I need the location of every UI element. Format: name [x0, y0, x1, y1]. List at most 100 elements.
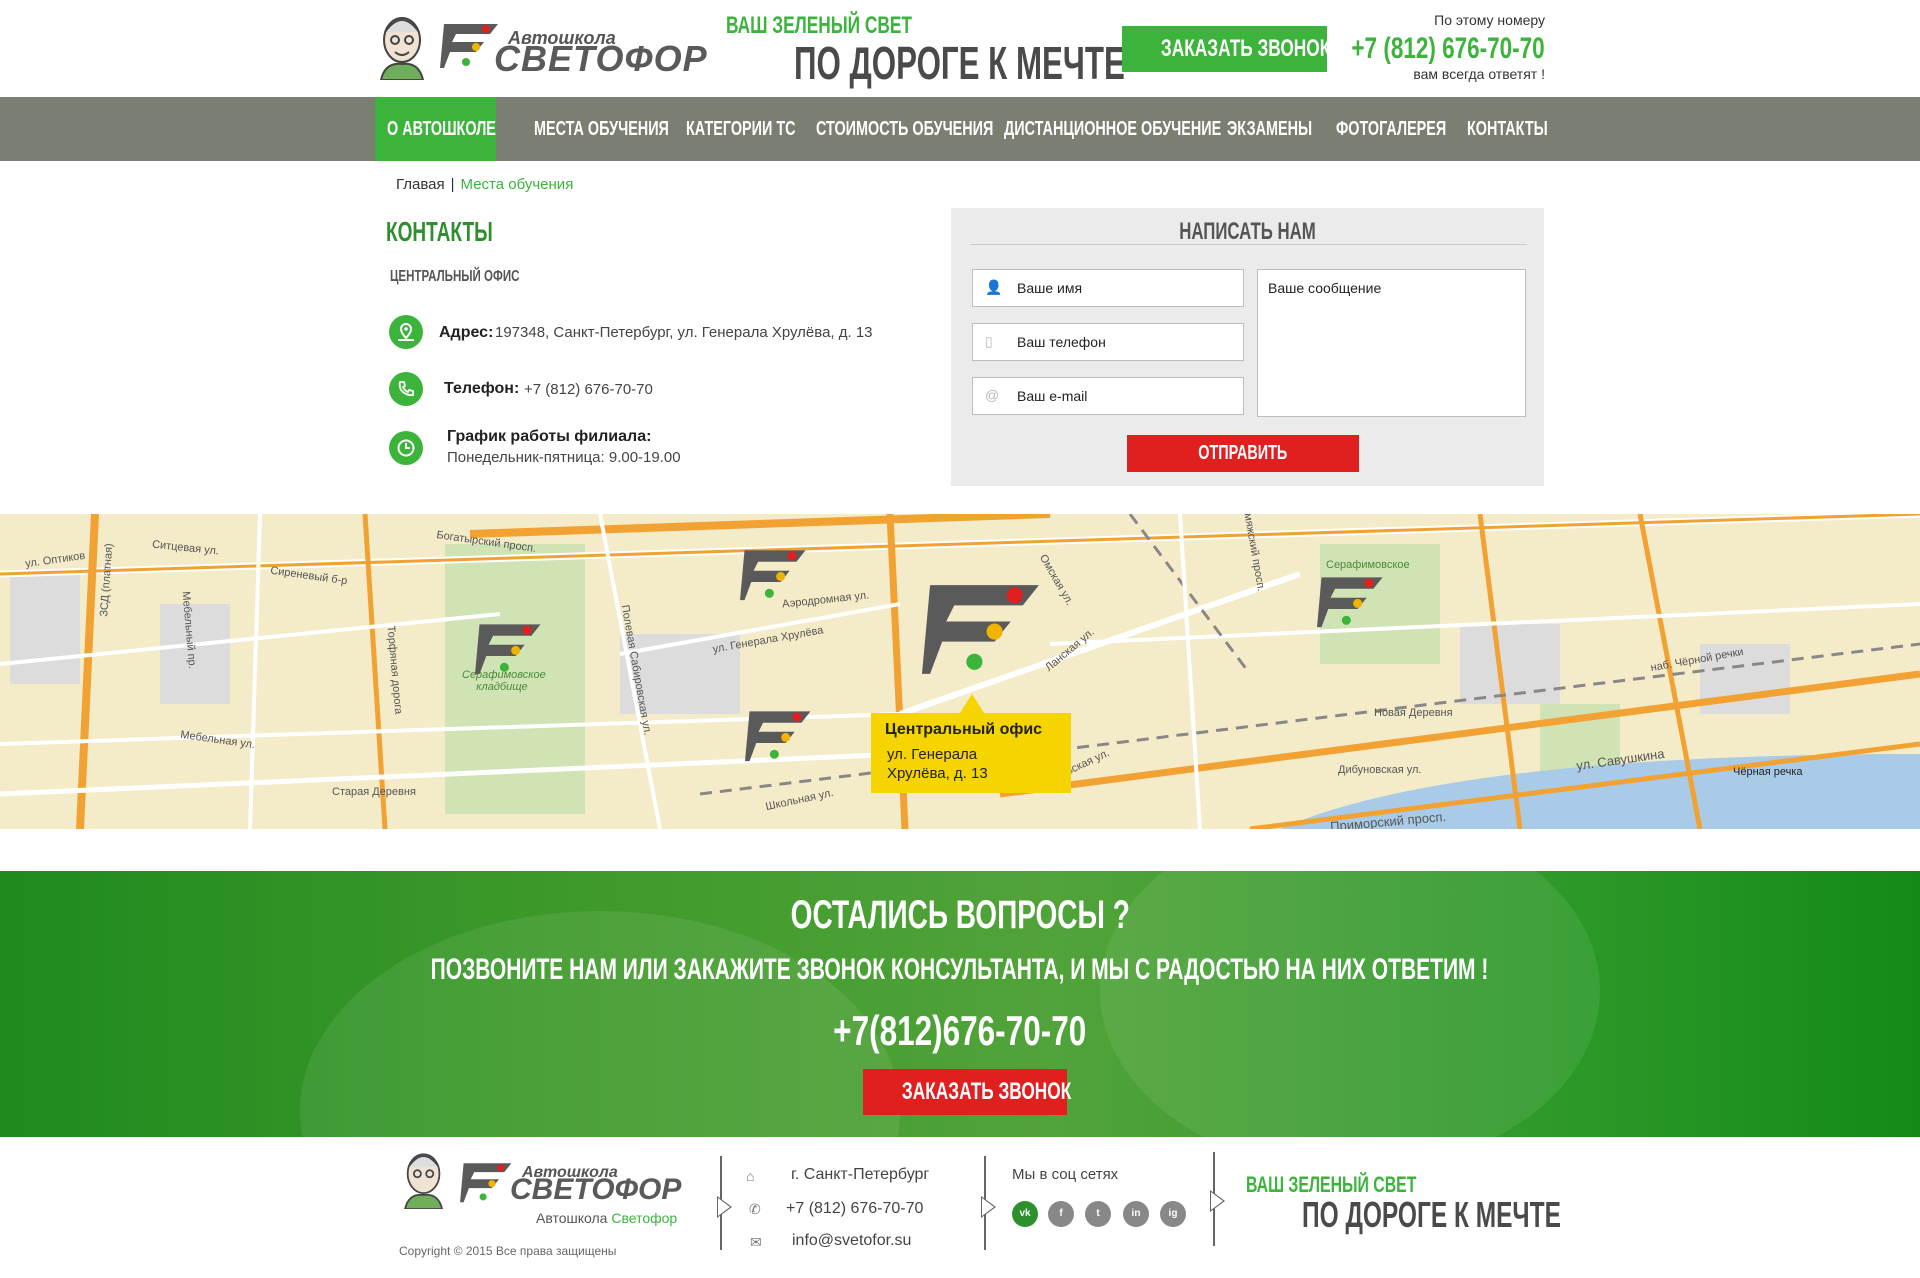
map-label: Чёрная речка	[1733, 766, 1803, 778]
message-textarea[interactable]: Ваше сообщение	[1257, 269, 1526, 417]
phone-icon: ✆	[749, 1201, 761, 1217]
footer-slogan-line2: ПО ДОРОГЕ К МЕЧТЕ	[1302, 1194, 1561, 1235]
form-title: НАПИСАТЬ НАМ	[951, 218, 1544, 246]
cta-button-label: ЗАКАЗАТЬ ЗВОНОК	[901, 1078, 1072, 1105]
cta-subtitle: ПОЗВОНИТЕ НАМ ИЛИ ЗАКАЖИТЕ ЗВОНОК КОНСУЛ…	[0, 953, 1920, 987]
mobile-icon: ▯	[985, 333, 993, 349]
breadcrumb-separator: |	[450, 176, 455, 193]
nav-label: КОНТАКТЫ	[1467, 118, 1548, 140]
email-input[interactable]: @ Ваш e-mail	[972, 377, 1244, 415]
cta-subtitle-text: ПОЗВОНИТЕ НАМ ИЛИ ЗАКАЖИТЕ ЗВОНОК КОНСУЛ…	[431, 953, 1489, 986]
footer-logo-mark-icon	[460, 1163, 512, 1203]
mail-icon: ✉	[750, 1234, 762, 1250]
instagram-icon[interactable]: ig	[1160, 1201, 1186, 1227]
cta-section: ОСТАЛИСЬ ВОПРОСЫ ? ПОЗВОНИТЕ НАМ ИЛИ ЗАК…	[0, 871, 1920, 1137]
footer-copyright: Copyright © 2015 Все права защищены	[399, 1244, 617, 1258]
nav-label: ДИСТАНЦИОННОЕ ОБУЧЕНИЕ	[1004, 118, 1222, 140]
map-popup: Центральный офис ул. Генерала Хрулёва, д…	[871, 713, 1071, 793]
instructor-avatar-icon	[379, 17, 425, 80]
footer-school-name: Автошкола Светофор	[536, 1210, 677, 1226]
footer-logo-title[interactable]: СВЕТОФОР	[510, 1173, 681, 1207]
address-label: Адрес:	[439, 324, 494, 341]
schedule-label: График работы филиала:	[447, 428, 652, 445]
site-header: Автошкола СВЕТОФОР ВАШ ЗЕЛЕНЫЙ СВЕТ ПО Д…	[0, 0, 1920, 97]
at-icon: @	[985, 387, 1000, 403]
message-placeholder: Ваше сообщение	[1268, 280, 1382, 296]
phone-placeholder: Ваш телефон	[1017, 334, 1106, 350]
popup-address: ул. Генерала Хрулёва, д. 13	[887, 746, 988, 782]
logo-title[interactable]: СВЕТОФОР	[494, 38, 708, 80]
footer-avatar-icon	[404, 1153, 443, 1209]
nav-label: ЭКЗАМЕНЫ	[1227, 118, 1313, 140]
email-placeholder: Ваш e-mail	[1017, 388, 1088, 404]
cta-order-call-button[interactable]: ЗАКАЗАТЬ ЗВОНОК	[863, 1069, 1071, 1115]
schedule-value: Понедельник-пятница: 9.00-19.00	[447, 449, 681, 466]
map-label: Дибуновская ул.	[1338, 764, 1422, 776]
main-nav: О АВТОШКОЛЕ МЕСТА ОБУЧЕНИЯ КАТЕГОРИИ ТС …	[0, 97, 1920, 161]
office-title: ЦЕНТРАЛЬНЫЙ ОФИС	[390, 268, 520, 285]
footer-divider-arrow-fill	[982, 1198, 994, 1216]
nav-item-contacts[interactable]: КОНТАКТЫ	[1467, 97, 1579, 161]
address-value: 197348, Санкт-Петербург, ул. Генерала Хр…	[495, 324, 873, 341]
twitter-icon[interactable]: t	[1085, 1201, 1111, 1227]
popup-title: Центральный офис	[885, 721, 1043, 738]
slogan-line2: ПО ДОРОГЕ К МЕЧТЕ	[794, 37, 1125, 89]
nav-label: МЕСТА ОБУЧЕНИЯ	[534, 118, 669, 140]
central-office-marker-icon[interactable]	[922, 568, 1047, 683]
nav-label: КАТЕГОРИИ ТС	[686, 118, 796, 140]
name-placeholder: Ваше имя	[1017, 280, 1083, 296]
footer-phone[interactable]: +7 (812) 676-70-70	[786, 1200, 923, 1218]
footer-divider-arrow-fill	[718, 1198, 730, 1216]
facebook-icon[interactable]: f	[1048, 1201, 1074, 1227]
phone-value[interactable]: +7 (812) 676-70-70	[524, 381, 653, 398]
send-label: ОТПРАВИТЬ	[1198, 442, 1288, 464]
phone-input[interactable]: ▯ Ваш телефон	[972, 323, 1244, 361]
breadcrumb: Главая | Места обучения	[396, 176, 573, 193]
map-label: Новая Деревня	[1374, 707, 1453, 719]
location-pin-icon	[389, 315, 423, 349]
nav-item-exams[interactable]: ЭКЗАМЕНЫ	[1227, 97, 1345, 161]
footer-email[interactable]: info@svetofor.su	[792, 1232, 911, 1250]
order-call-label: ЗАКАЗАТЬ ЗВОНОК	[1160, 35, 1331, 62]
form-title-text: НАПИСАТЬ НАМ	[1179, 218, 1316, 245]
phone-icon	[389, 372, 423, 406]
send-button[interactable]: ОТПРАВИТЬ	[1127, 435, 1359, 472]
nav-label: ФОТОГАЛЕРЕЯ	[1336, 118, 1447, 140]
breadcrumb-home[interactable]: Главая	[396, 176, 445, 193]
footer-divider-arrow-fill	[1211, 1192, 1223, 1210]
nav-label: СТОИМОСТЬ ОБУЧЕНИЯ	[816, 118, 994, 140]
school-marker-icon[interactable]	[745, 704, 815, 764]
vk-icon[interactable]: vk	[1012, 1201, 1038, 1227]
cta-phone-text: +7(812)676-70-70	[833, 1007, 1087, 1054]
logo-mark-icon	[440, 24, 498, 68]
clock-icon	[389, 431, 423, 465]
school-marker-icon[interactable]	[740, 543, 810, 603]
cta-title-text: ОСТАЛИСЬ ВОПРОСЫ ?	[790, 893, 1130, 937]
linkedin-icon[interactable]: in	[1123, 1201, 1149, 1227]
school-marker-icon[interactable]	[1317, 570, 1387, 630]
social-title: Мы в соц сетях	[1012, 1166, 1119, 1183]
cta-phone[interactable]: +7(812)676-70-70	[0, 1007, 1920, 1055]
map-label: Старая Деревня	[332, 786, 416, 798]
header-phone[interactable]: +7 (812) 676-70-70	[1352, 32, 1545, 66]
contact-form: НАПИСАТЬ НАМ 👤 Ваше имя ▯ Ваш телефон @ …	[951, 208, 1544, 486]
footer-school-brand: Светофор	[611, 1210, 678, 1226]
cta-title: ОСТАЛИСЬ ВОПРОСЫ ?	[0, 893, 1920, 938]
order-call-button[interactable]: ЗАКАЗАТЬ ЗВОНОК	[1122, 26, 1331, 72]
site-footer	[0, 1137, 1920, 1278]
footer-school-pre: Автошкола	[536, 1210, 608, 1226]
popup-arrow	[960, 694, 984, 713]
school-marker-icon[interactable]	[475, 617, 545, 677]
phone-subtext: вам всегда ответят !	[1413, 66, 1545, 82]
form-divider	[971, 244, 1527, 245]
home-icon: ⌂	[746, 1168, 755, 1184]
phone-hint: По этому номеру	[1434, 12, 1545, 28]
footer-city: г. Санкт-Петербург	[791, 1166, 930, 1183]
name-input[interactable]: 👤 Ваше имя	[972, 269, 1244, 307]
phone-label: Телефон:	[444, 380, 520, 397]
contacts-title: КОНТАКТЫ	[386, 216, 493, 247]
user-icon: 👤	[985, 279, 1003, 295]
breadcrumb-current[interactable]: Места обучения	[461, 176, 574, 193]
nav-item-about[interactable]: О АВТОШКОЛЕ	[375, 97, 496, 161]
nav-label: О АВТОШКОЛЕ	[387, 118, 496, 140]
